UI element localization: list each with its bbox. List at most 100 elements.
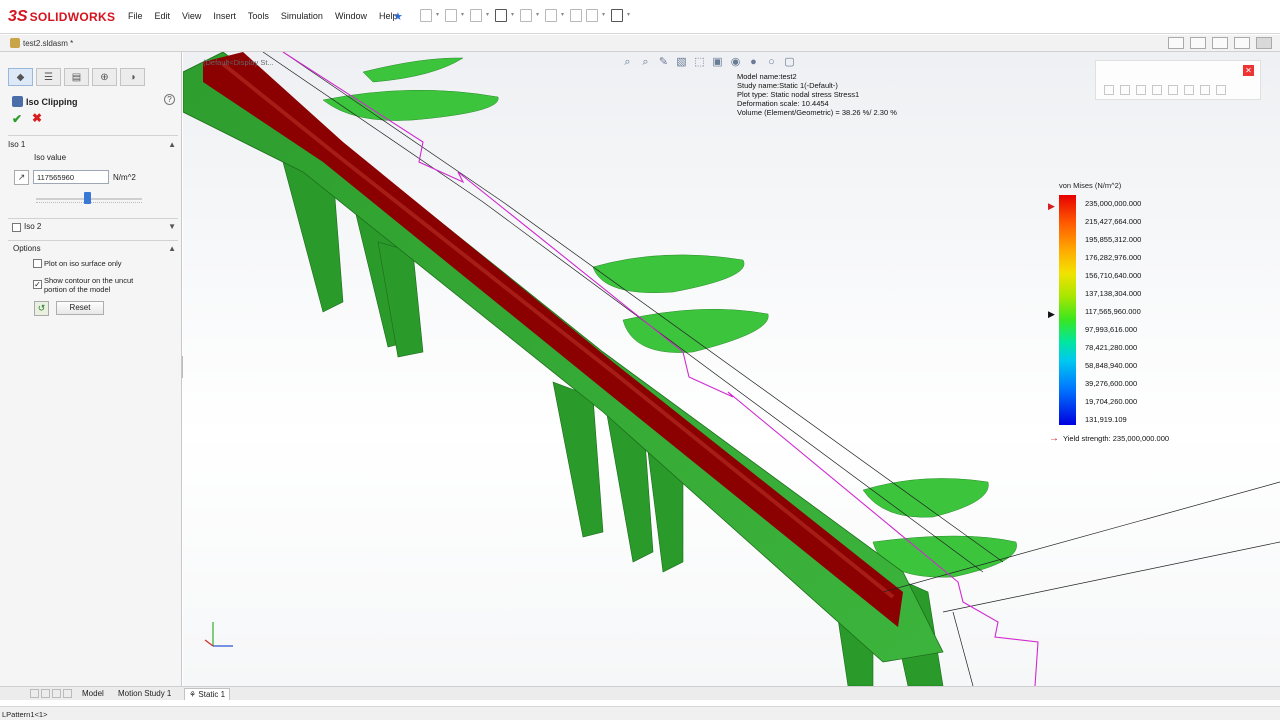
tab-model[interactable]: Model: [78, 688, 108, 700]
dropdown-arrow-icon[interactable]: ▾: [486, 9, 491, 22]
prev-tab-arrow-icon[interactable]: [41, 689, 50, 698]
legend-value: 176,282,976.000: [1085, 253, 1142, 262]
slider-thumb[interactable]: [84, 192, 91, 204]
dropdown-arrow-icon[interactable]: ▾: [511, 9, 516, 22]
tab-static-label: Static 1: [198, 690, 226, 699]
last-tab-arrow-icon[interactable]: [63, 689, 72, 698]
iso2-group-header[interactable]: Iso 2 ▼: [8, 222, 178, 236]
tab-static[interactable]: ⚘ Static 1: [184, 688, 231, 700]
previous-view-icon[interactable]: ✎: [657, 56, 670, 69]
legend-value: 97,993,616.000: [1085, 325, 1138, 334]
menu-window[interactable]: Window: [335, 11, 367, 21]
dropdown-arrow-icon[interactable]: ▾: [561, 9, 566, 22]
property-manager-tab-icon[interactable]: ☰: [36, 68, 61, 86]
select-icon[interactable]: [545, 9, 557, 22]
display-manager-tab-icon[interactable]: ◑: [120, 68, 145, 86]
dropdown-arrow-icon[interactable]: ▾: [536, 9, 541, 22]
iso-value-icon: ↗: [14, 170, 29, 185]
menu-insert[interactable]: Insert: [213, 11, 236, 21]
ok-check-button[interactable]: ✔: [12, 112, 22, 126]
options-gear-icon[interactable]: [611, 9, 623, 22]
dimxpert-tab-icon[interactable]: ⊕: [92, 68, 117, 86]
plot-info-block: Model name:test2 Study name:Static 1(-De…: [737, 72, 897, 117]
print-icon[interactable]: [495, 9, 507, 22]
chevron-down-icon[interactable]: ▼: [168, 222, 176, 231]
feature-tree-tab-icon[interactable]: ◆: [8, 68, 33, 86]
show-contour-checkbox[interactable]: ✓: [33, 280, 42, 289]
pin-icon[interactable]: ★: [393, 10, 403, 23]
zoom-to-fit-icon[interactable]: ⌕: [621, 56, 634, 69]
solidworks-logo[interactable]: 3S SOLIDWORKS: [8, 6, 115, 28]
dropdown-arrow-icon[interactable]: ▾: [602, 9, 607, 22]
brand-name: SOLIDWORKS: [29, 10, 116, 24]
options-group-header[interactable]: Options ▲: [8, 244, 178, 258]
document-title: test2.sldasm *: [23, 39, 74, 48]
legend-title: von Mises (N/m^2): [1059, 181, 1122, 190]
stress-legend[interactable]: von Mises (N/m^2) ▶ ▶ 235,000,000.000 21…: [1048, 178, 1259, 458]
save-icon[interactable]: [470, 9, 482, 22]
page-icon[interactable]: [1216, 85, 1226, 95]
restore-icon[interactable]: [1234, 37, 1250, 49]
feature-tree-flyout[interactable]: (Default<Display St...: [203, 58, 274, 67]
reset-button[interactable]: Reset: [56, 301, 104, 315]
volume-ratio: Volume (Element/Geometric) = 38.26 %/ 2.…: [737, 108, 897, 117]
hide-show-items-icon[interactable]: ◉: [729, 56, 742, 69]
beam-stress-halo: [221, 62, 895, 599]
gear-icon[interactable]: [1136, 85, 1146, 95]
tile-vertical-icon[interactable]: [1190, 37, 1206, 49]
page-icon[interactable]: [1200, 85, 1210, 95]
close-window-icon[interactable]: [1256, 37, 1272, 49]
next-tab-arrow-icon[interactable]: [52, 689, 61, 698]
gear-icon[interactable]: [1152, 85, 1162, 95]
reset-icon[interactable]: ↺: [34, 301, 49, 316]
settings-icon[interactable]: [1184, 85, 1194, 95]
view-settings-icon[interactable]: ▢: [783, 56, 796, 69]
main-menu: File Edit View Insert Tools Simulation W…: [128, 11, 409, 21]
display-style-icon[interactable]: ▣: [711, 56, 724, 69]
rebuild-icon[interactable]: [570, 9, 582, 22]
minimize-icon[interactable]: [1212, 37, 1228, 49]
iso-value-input[interactable]: [33, 170, 109, 184]
tab-motion-study[interactable]: Motion Study 1: [114, 688, 175, 700]
apply-scene-icon[interactable]: ○: [765, 56, 778, 69]
tile-icon[interactable]: [1168, 37, 1184, 49]
chevron-up-icon[interactable]: ▲: [168, 140, 176, 149]
dropdown-arrow-icon[interactable]: ▾: [436, 9, 441, 22]
chevron-up-icon[interactable]: ▲: [168, 244, 176, 253]
list-icon[interactable]: [1120, 85, 1130, 95]
menu-tools[interactable]: Tools: [248, 11, 269, 21]
configuration-manager-tab-icon[interactable]: ▤: [64, 68, 89, 86]
document-icon[interactable]: [1168, 85, 1178, 95]
iso2-checkbox[interactable]: [12, 223, 21, 232]
new-document-icon[interactable]: [420, 9, 432, 22]
origin-triad: [204, 622, 233, 647]
search-icon[interactable]: [1104, 85, 1114, 95]
section-view-icon[interactable]: ▧: [675, 56, 688, 69]
iso1-group-header[interactable]: Iso 1 ▲: [8, 140, 178, 154]
menu-simulation[interactable]: Simulation: [281, 11, 323, 21]
menu-edit[interactable]: Edit: [155, 11, 171, 21]
legend-value: 58,848,940.000: [1085, 361, 1138, 370]
iso-value-slider[interactable]: [36, 192, 142, 204]
first-tab-arrow-icon[interactable]: [30, 689, 39, 698]
dropdown-arrow-icon[interactable]: ▾: [627, 9, 632, 22]
panel-title: Iso Clipping: [12, 96, 78, 107]
yield-arrow-icon: →: [1049, 433, 1059, 444]
legend-value: 195,855,312.000: [1085, 235, 1142, 244]
view-orientation-icon[interactable]: ⬚: [693, 56, 706, 69]
edit-appearance-icon[interactable]: ●: [747, 56, 760, 69]
plot-iso-only-checkbox[interactable]: [33, 259, 42, 268]
zoom-to-area-icon[interactable]: ⌕: [639, 56, 652, 69]
bottom-tab-bar: Model Motion Study 1 ⚘ Static 1: [0, 686, 1280, 700]
close-icon[interactable]: ✕: [1243, 65, 1254, 76]
help-icon[interactable]: ?: [164, 94, 175, 105]
cancel-close-button[interactable]: ✖: [32, 111, 42, 125]
undo-icon[interactable]: [520, 9, 532, 22]
menu-file[interactable]: File: [128, 11, 143, 21]
dropdown-arrow-icon[interactable]: ▾: [461, 9, 466, 22]
file-properties-icon[interactable]: [586, 9, 598, 22]
graphics-viewport[interactable]: (Default<Display St... ⌕ ⌕ ✎ ▧ ⬚ ▣ ◉ ● ○…: [183, 52, 1280, 686]
open-icon[interactable]: [445, 9, 457, 22]
document-title-bar: test2.sldasm *: [0, 35, 1280, 52]
menu-view[interactable]: View: [182, 11, 201, 21]
